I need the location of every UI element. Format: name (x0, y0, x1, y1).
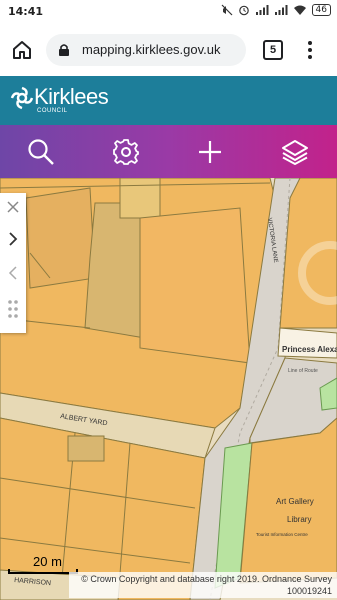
gear-icon (113, 138, 139, 165)
close-icon (7, 201, 19, 213)
site-header: Kirklees COUNCIL (0, 76, 337, 125)
building (25, 187, 96, 289)
more-vert-icon (308, 41, 312, 59)
map-canvas[interactable]: ALBERT YARD VICTORIA LANE Princess Alexa… (0, 178, 337, 600)
building (139, 207, 251, 364)
label-princess-alexandra: Princess Alexan (282, 345, 337, 354)
kirklees-logo-icon (10, 86, 34, 110)
copyright-notice: © Crown Copyright and database right 201… (69, 572, 337, 598)
logo-subtitle: COUNCIL (37, 108, 68, 114)
label-line-of-route: Line of Route (288, 368, 318, 374)
wifi-icon (293, 5, 306, 15)
label-library: Library (287, 515, 311, 524)
tab-switcher-button[interactable]: 5 (263, 40, 283, 60)
alarm-icon (238, 5, 249, 16)
building (84, 202, 146, 339)
address-bar[interactable]: mapping.kirklees.gov.uk (46, 34, 246, 66)
close-button[interactable] (0, 193, 26, 221)
drag-handle[interactable] (0, 295, 26, 323)
expand-button[interactable] (0, 225, 26, 253)
collapse-button[interactable] (0, 259, 26, 287)
drag-handle-icon (8, 300, 18, 318)
layers-button[interactable] (265, 125, 325, 178)
label-tourist-info: Tourist Information Centre (256, 532, 308, 537)
copyright-licence: 100019241 (286, 586, 332, 596)
map-view[interactable]: ALBERT YARD VICTORIA LANE Princess Alexa… (0, 178, 337, 600)
url-text: mapping.kirklees.gov.uk (82, 42, 221, 57)
battery-icon: 46 (311, 4, 331, 16)
add-button[interactable] (180, 125, 240, 178)
map-side-panel (0, 193, 26, 333)
layers-icon (282, 139, 308, 165)
search-icon (28, 138, 54, 165)
plus-icon (199, 140, 221, 163)
map-toolbar (0, 125, 337, 178)
signal-icon (274, 5, 288, 15)
chevron-right-icon (9, 232, 18, 246)
signal-icon (255, 5, 269, 15)
status-icons: 46 (221, 4, 331, 16)
scale-label: 20 m (33, 554, 62, 569)
home-icon (13, 41, 31, 59)
status-time: 14:41 (8, 5, 44, 18)
label-art-gallery: Art Gallery (276, 497, 314, 506)
building (119, 178, 161, 219)
home-button[interactable] (10, 38, 34, 62)
chevron-left-icon (8, 266, 17, 280)
more-vert-button[interactable] (300, 38, 320, 62)
browser-toolbar: mapping.kirklees.gov.uk 5 (0, 24, 337, 76)
logo-name: Kirklees (34, 84, 109, 109)
copyright-line: © Crown Copyright and database right 201… (81, 574, 332, 584)
lock-icon (59, 44, 69, 56)
search-button[interactable] (11, 125, 71, 178)
scale-bar (8, 569, 78, 574)
mute-icon (221, 4, 232, 16)
status-bar: 14:41 46 (0, 0, 337, 24)
settings-button[interactable] (96, 125, 156, 178)
